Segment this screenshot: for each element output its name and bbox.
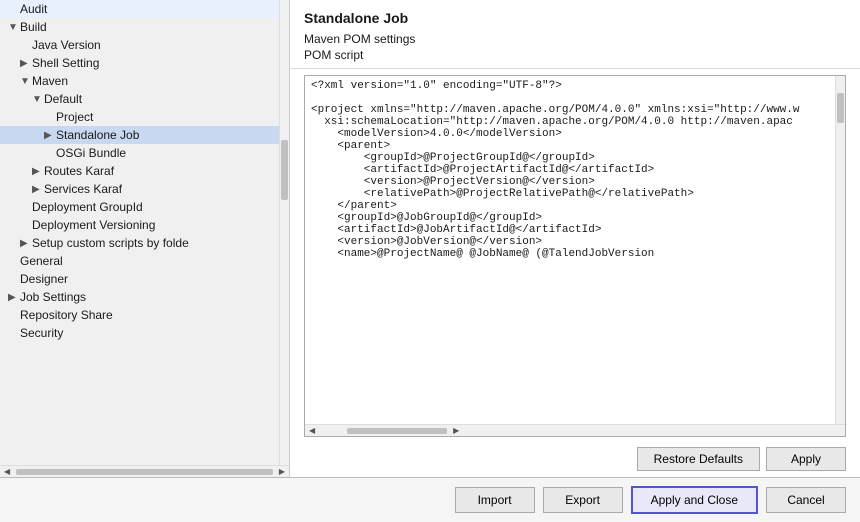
tree-label-setup-custom: Setup custom scripts by folde bbox=[32, 236, 275, 250]
tree-label-maven: Maven bbox=[32, 74, 275, 88]
tree-label-deployment-groupid: Deployment GroupId bbox=[32, 200, 275, 214]
tree-arrow-setup-custom: ▶ bbox=[20, 238, 32, 249]
apply-button[interactable]: Apply bbox=[766, 447, 846, 471]
tree-item-shell-setting[interactable]: ▶Shell Setting bbox=[0, 54, 279, 72]
pom-script-editor[interactable]: <?xml version="1.0" encoding="UTF-8"?> <… bbox=[305, 76, 835, 424]
tree-item-setup-custom[interactable]: ▶Setup custom scripts by folde bbox=[0, 234, 279, 252]
tree-arrow-build: ▼ bbox=[8, 22, 20, 33]
right-actions-bar: Restore Defaults Apply bbox=[290, 443, 860, 477]
bottom-bar: Import Export Apply and Close Cancel bbox=[0, 477, 860, 522]
tree-item-job-settings[interactable]: ▶Job Settings bbox=[0, 288, 279, 306]
import-button[interactable]: Import bbox=[455, 487, 535, 513]
left-vscroll[interactable] bbox=[279, 0, 289, 465]
tree-label-standalone-job: Standalone Job bbox=[56, 128, 275, 142]
tree-item-project[interactable]: Project bbox=[0, 108, 279, 126]
right-hscroll[interactable]: ◀ ▶ bbox=[305, 424, 845, 436]
tree-label-shell-setting: Shell Setting bbox=[32, 56, 275, 70]
apply-and-close-button[interactable]: Apply and Close bbox=[631, 486, 758, 514]
tree-item-routes-karaf[interactable]: ▶Routes Karaf bbox=[0, 162, 279, 180]
left-hscroll-right-arrow[interactable]: ▶ bbox=[277, 467, 287, 476]
tree-label-services-karaf: Services Karaf bbox=[44, 182, 275, 196]
tree-label-project: Project bbox=[56, 110, 275, 124]
tree-arrow-services-karaf: ▶ bbox=[32, 184, 44, 195]
tree-label-audit: Audit bbox=[20, 2, 275, 16]
tree-label-osgi-bundle: OSGi Bundle bbox=[56, 146, 275, 160]
right-header: Standalone Job Maven POM settings POM sc… bbox=[290, 0, 860, 69]
tree-item-osgi-bundle[interactable]: OSGi Bundle bbox=[0, 144, 279, 162]
tree-arrow-maven: ▼ bbox=[20, 76, 32, 87]
tree-label-designer: Designer bbox=[20, 272, 275, 286]
tree-arrow-routes-karaf: ▶ bbox=[32, 166, 44, 177]
tree-label-job-settings: Job Settings bbox=[20, 290, 275, 304]
right-panel-title: Standalone Job bbox=[304, 10, 846, 26]
cancel-button[interactable]: Cancel bbox=[766, 487, 846, 513]
tree-item-audit[interactable]: Audit bbox=[0, 0, 279, 18]
export-button[interactable]: Export bbox=[543, 487, 623, 513]
tree-arrow-standalone-job: ▶ bbox=[44, 130, 56, 141]
restore-defaults-button[interactable]: Restore Defaults bbox=[637, 447, 760, 471]
tree-item-services-karaf[interactable]: ▶Services Karaf bbox=[0, 180, 279, 198]
tree-label-deployment-versioning: Deployment Versioning bbox=[32, 218, 275, 232]
tree-item-build[interactable]: ▼Build bbox=[0, 18, 279, 36]
tree-item-general[interactable]: General bbox=[0, 252, 279, 270]
tree-item-maven[interactable]: ▼Maven bbox=[0, 72, 279, 90]
tree-item-deployment-versioning[interactable]: Deployment Versioning bbox=[0, 216, 279, 234]
pom-script-label: POM script bbox=[304, 48, 846, 62]
tree-item-java-version[interactable]: Java Version bbox=[0, 36, 279, 54]
tree-panel: Audit▼BuildJava Version▶Shell Setting▼Ma… bbox=[0, 0, 279, 465]
left-hscroll-left-arrow[interactable]: ◀ bbox=[2, 467, 12, 476]
tree-label-security: Security bbox=[20, 326, 275, 340]
tree-arrow-shell-setting: ▶ bbox=[20, 58, 32, 69]
tree-item-repository-share[interactable]: Repository Share bbox=[0, 306, 279, 324]
tree-arrow-default: ▼ bbox=[32, 94, 44, 105]
tree-item-security[interactable]: Security bbox=[0, 324, 279, 342]
tree-label-build: Build bbox=[20, 20, 275, 34]
tree-label-general: General bbox=[20, 254, 275, 268]
tree-item-designer[interactable]: Designer bbox=[0, 270, 279, 288]
left-hscroll[interactable]: ◀ ▶ bbox=[0, 465, 289, 477]
code-area-container: <?xml version="1.0" encoding="UTF-8"?> <… bbox=[304, 75, 846, 437]
maven-pom-label: Maven POM settings bbox=[304, 32, 846, 46]
tree-item-deployment-groupid[interactable]: Deployment GroupId bbox=[0, 198, 279, 216]
right-vscroll[interactable] bbox=[835, 76, 845, 424]
tree-label-routes-karaf: Routes Karaf bbox=[44, 164, 275, 178]
tree-arrow-job-settings: ▶ bbox=[8, 292, 20, 303]
tree-label-repository-share: Repository Share bbox=[20, 308, 275, 322]
tree-label-java-version: Java Version bbox=[32, 38, 275, 52]
tree-item-default[interactable]: ▼Default bbox=[0, 90, 279, 108]
tree-label-default: Default bbox=[44, 92, 275, 106]
right-hscroll-left-arrow[interactable]: ◀ bbox=[307, 426, 317, 435]
tree-item-standalone-job[interactable]: ▶Standalone Job bbox=[0, 126, 279, 144]
right-hscroll-right-arrow[interactable]: ▶ bbox=[451, 426, 461, 435]
